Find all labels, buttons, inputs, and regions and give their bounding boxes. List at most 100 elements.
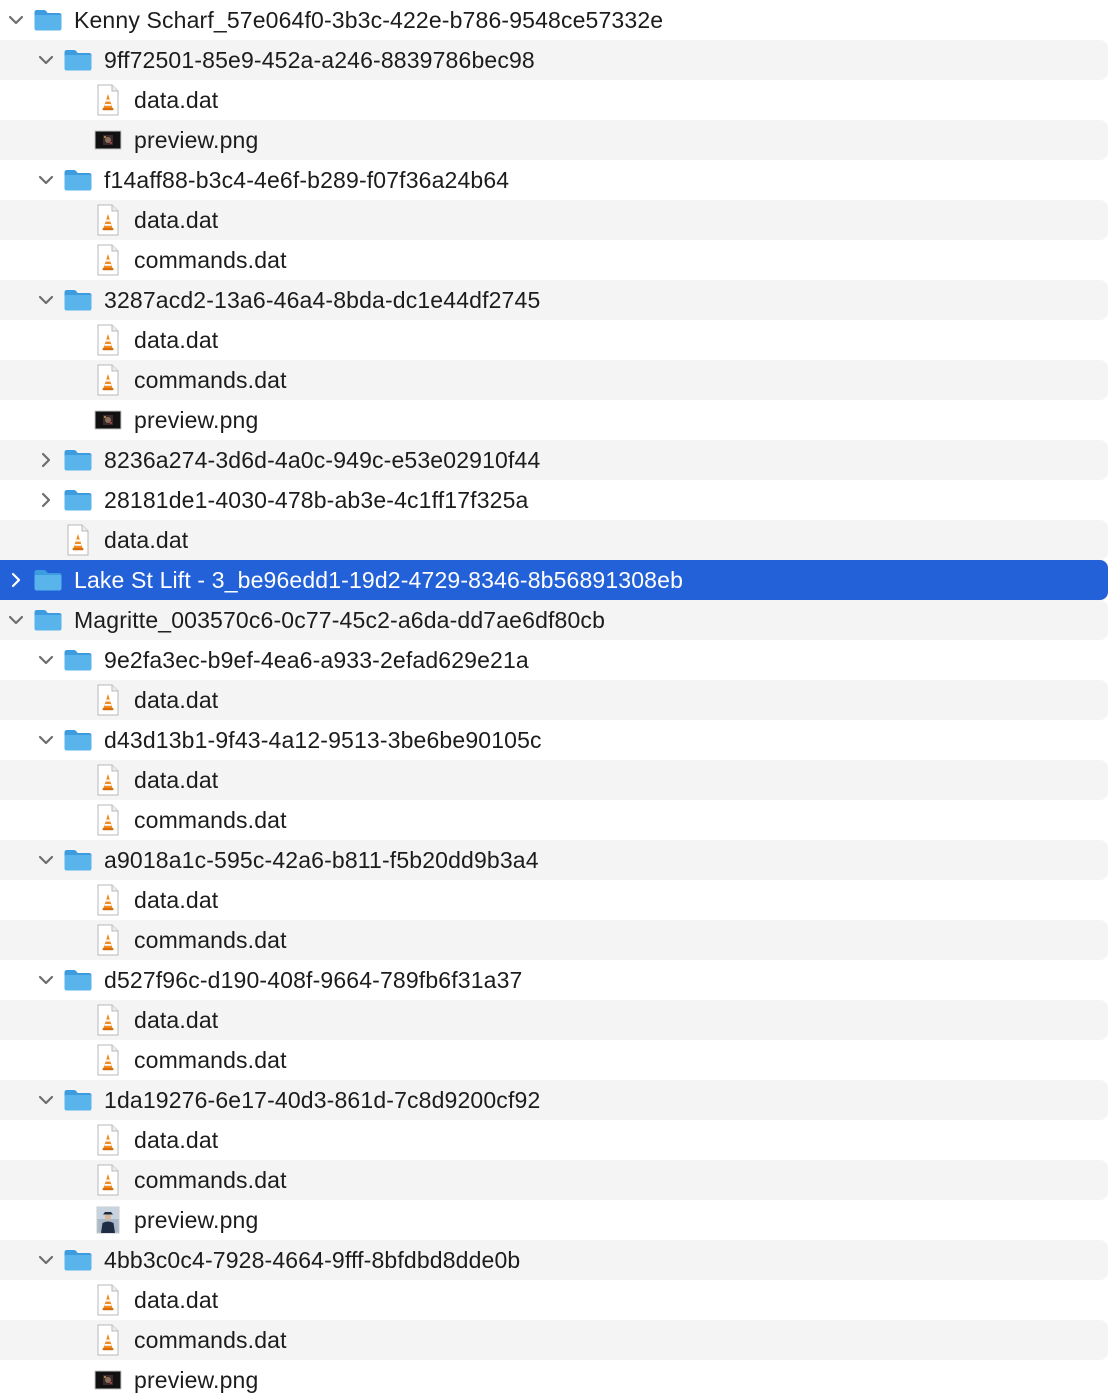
file-name: commands.dat: [134, 1327, 287, 1353]
vlc-document-icon: [93, 1320, 123, 1360]
folder-name: Lake St Lift - 3_be96edd1-19d2-4729-8346…: [74, 567, 684, 593]
file-row[interactable]: commands.dat: [0, 800, 1108, 840]
file-name: commands.dat: [134, 1167, 287, 1193]
chevron-down-icon[interactable]: [6, 600, 26, 640]
chevron-down-icon[interactable]: [36, 160, 56, 200]
folder-row[interactable]: Kenny Scharf_57e064f0-3b3c-422e-b786-954…: [0, 0, 1108, 40]
folder-row[interactable]: d527f96c-d190-408f-9664-789fb6f31a37: [0, 960, 1108, 1000]
vlc-document-icon: [93, 880, 123, 920]
folder-row[interactable]: 28181de1-4030-478b-ab3e-4c1ff17f325a: [0, 480, 1108, 520]
file-row[interactable]: preview.png: [0, 400, 1108, 440]
folder-row[interactable]: 3287acd2-13a6-46a4-8bda-dc1e44df2745: [0, 280, 1108, 320]
file-row[interactable]: data.dat: [0, 80, 1108, 120]
folder-row[interactable]: 8236a274-3d6d-4a0c-949c-e53e02910f44: [0, 440, 1108, 480]
folder-name: 9ff72501-85e9-452a-a246-8839786bec98: [104, 47, 535, 73]
file-row[interactable]: data.dat: [0, 1000, 1108, 1040]
folder-row[interactable]: a9018a1c-595c-42a6-b811-f5b20dd9b3a4: [0, 840, 1108, 880]
image-thumbnail-icon: [93, 1200, 123, 1240]
file-name: data.dat: [134, 1127, 219, 1153]
folder-name: 28181de1-4030-478b-ab3e-4c1ff17f325a: [104, 487, 529, 513]
chevron-right-icon[interactable]: [6, 560, 26, 600]
vlc-document-icon: [93, 800, 123, 840]
file-name: commands.dat: [134, 927, 287, 953]
file-name: data.dat: [134, 887, 219, 913]
folder-icon: [63, 1080, 93, 1120]
file-row[interactable]: preview.png: [0, 120, 1108, 160]
file-row[interactable]: data.dat: [0, 320, 1108, 360]
folder-icon: [63, 960, 93, 1000]
chevron-right-icon[interactable]: [36, 480, 56, 520]
file-name: data.dat: [134, 207, 219, 233]
folder-name: 3287acd2-13a6-46a4-8bda-dc1e44df2745: [104, 287, 541, 313]
vlc-document-icon: [93, 1000, 123, 1040]
folder-row[interactable]: 9e2fa3ec-b9ef-4ea6-a933-2efad629e21a: [0, 640, 1108, 680]
file-row[interactable]: commands.dat: [0, 1160, 1108, 1200]
folder-icon: [63, 1240, 93, 1280]
file-row[interactable]: data.dat: [0, 1280, 1108, 1320]
image-thumbnail-icon: [93, 120, 123, 160]
chevron-down-icon[interactable]: [6, 0, 26, 40]
file-row[interactable]: commands.dat: [0, 360, 1108, 400]
vlc-document-icon: [93, 240, 123, 280]
folder-name: 4bb3c0c4-7928-4664-9fff-8bfdbd8dde0b: [104, 1247, 521, 1273]
file-row[interactable]: data.dat: [0, 520, 1108, 560]
folder-icon: [63, 640, 93, 680]
vlc-document-icon: [63, 520, 93, 560]
file-name: preview.png: [134, 1367, 259, 1393]
chevron-down-icon[interactable]: [36, 280, 56, 320]
folder-icon: [33, 560, 63, 600]
folder-row[interactable]: f14aff88-b3c4-4e6f-b289-f07f36a24b64: [0, 160, 1108, 200]
folder-row[interactable]: Lake St Lift - 3_be96edd1-19d2-4729-8346…: [0, 560, 1108, 600]
vlc-document-icon: [93, 1160, 123, 1200]
file-name: data.dat: [134, 1287, 219, 1313]
folder-name: Magritte_003570c6-0c77-45c2-a6da-dd7ae6d…: [74, 607, 606, 633]
folder-name: 9e2fa3ec-b9ef-4ea6-a933-2efad629e21a: [104, 647, 529, 673]
folder-name: f14aff88-b3c4-4e6f-b289-f07f36a24b64: [104, 167, 510, 193]
file-row[interactable]: data.dat: [0, 680, 1108, 720]
folder-name: 8236a274-3d6d-4a0c-949c-e53e02910f44: [104, 447, 541, 473]
file-row[interactable]: preview.png: [0, 1360, 1108, 1400]
chevron-down-icon[interactable]: [36, 960, 56, 1000]
file-row[interactable]: commands.dat: [0, 1320, 1108, 1360]
file-name: data.dat: [134, 767, 219, 793]
image-thumbnail-icon: [93, 400, 123, 440]
folder-icon: [63, 840, 93, 880]
image-thumbnail-icon: [93, 1360, 123, 1400]
file-row[interactable]: data.dat: [0, 200, 1108, 240]
vlc-document-icon: [93, 1040, 123, 1080]
file-row[interactable]: commands.dat: [0, 240, 1108, 280]
file-name: preview.png: [134, 407, 259, 433]
file-row[interactable]: data.dat: [0, 760, 1108, 800]
folder-icon: [63, 440, 93, 480]
file-name: commands.dat: [134, 367, 287, 393]
folder-row[interactable]: d43d13b1-9f43-4a12-9513-3be6be90105c: [0, 720, 1108, 760]
chevron-down-icon[interactable]: [36, 40, 56, 80]
file-row[interactable]: commands.dat: [0, 1040, 1108, 1080]
file-row[interactable]: data.dat: [0, 1120, 1108, 1160]
folder-row[interactable]: 1da19276-6e17-40d3-861d-7c8d9200cf92: [0, 1080, 1108, 1120]
vlc-document-icon: [93, 360, 123, 400]
chevron-down-icon[interactable]: [36, 1080, 56, 1120]
folder-icon: [63, 40, 93, 80]
file-row[interactable]: preview.png: [0, 1200, 1108, 1240]
folder-icon: [63, 160, 93, 200]
file-name: preview.png: [134, 127, 259, 153]
file-name: data.dat: [134, 87, 219, 113]
vlc-document-icon: [93, 920, 123, 960]
chevron-down-icon[interactable]: [36, 1240, 56, 1280]
file-name: data.dat: [134, 327, 219, 353]
folder-name: a9018a1c-595c-42a6-b811-f5b20dd9b3a4: [104, 847, 539, 873]
folder-row[interactable]: Magritte_003570c6-0c77-45c2-a6da-dd7ae6d…: [0, 600, 1108, 640]
file-row[interactable]: data.dat: [0, 880, 1108, 920]
chevron-right-icon[interactable]: [36, 440, 56, 480]
chevron-down-icon[interactable]: [36, 840, 56, 880]
chevron-down-icon[interactable]: [36, 720, 56, 760]
file-name: data.dat: [134, 1007, 219, 1033]
vlc-document-icon: [93, 200, 123, 240]
chevron-down-icon[interactable]: [36, 640, 56, 680]
folder-name: Kenny Scharf_57e064f0-3b3c-422e-b786-954…: [74, 7, 664, 33]
folder-row[interactable]: 4bb3c0c4-7928-4664-9fff-8bfdbd8dde0b: [0, 1240, 1108, 1280]
vlc-document-icon: [93, 320, 123, 360]
file-row[interactable]: commands.dat: [0, 920, 1108, 960]
folder-row[interactable]: 9ff72501-85e9-452a-a246-8839786bec98: [0, 40, 1108, 80]
